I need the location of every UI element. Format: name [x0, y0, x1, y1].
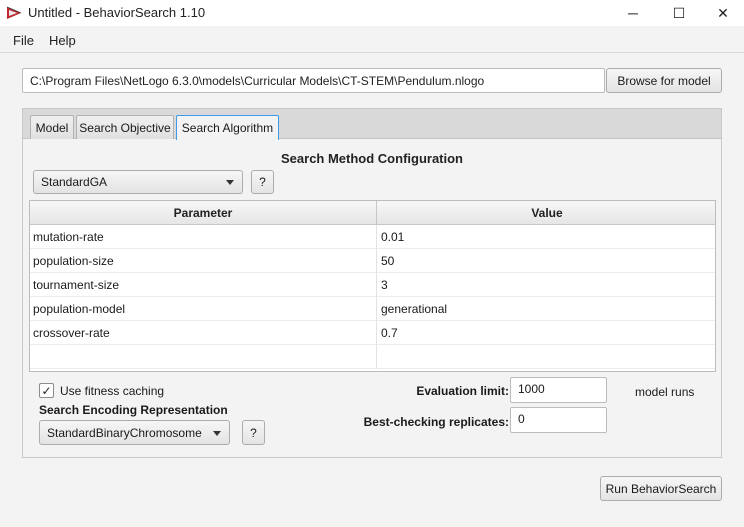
- fitness-caching-checkbox[interactable]: ✓: [39, 383, 54, 398]
- parameter-cell: population-size: [30, 249, 377, 273]
- evaluation-limit-label: Evaluation limit:: [416, 384, 509, 398]
- checkmark-icon: ✓: [41, 383, 52, 398]
- menu-file[interactable]: File: [13, 33, 34, 48]
- encoding-title: Search Encoding Representation: [39, 403, 228, 417]
- minimize-button[interactable]: ─: [610, 0, 656, 26]
- table-row-empty: [30, 345, 715, 369]
- chevron-down-icon: [226, 180, 234, 185]
- table-row[interactable]: population-size 50: [30, 249, 715, 273]
- search-method-title: Search Method Configuration: [281, 151, 463, 166]
- model-runs-label: model runs: [635, 385, 695, 399]
- fitness-caching-label[interactable]: Use fitness caching: [60, 384, 164, 398]
- close-button[interactable]: ✕: [700, 0, 744, 26]
- table-header: Parameter Value: [30, 201, 715, 225]
- run-behaviorsearch-button[interactable]: Run BehaviorSearch: [600, 476, 722, 501]
- encoding-help-button[interactable]: ?: [242, 420, 265, 445]
- search-method-help-button[interactable]: ?: [251, 170, 274, 194]
- table-row[interactable]: tournament-size 3: [30, 273, 715, 297]
- parameter-cell: crossover-rate: [30, 321, 377, 345]
- best-checking-replicates-label: Best-checking replicates:: [363, 415, 509, 429]
- table-row[interactable]: crossover-rate 0.7: [30, 321, 715, 345]
- parameter-cell: [30, 345, 377, 369]
- tab-search-objective[interactable]: Search Objective: [76, 115, 174, 139]
- tab-pane: Model Search Objective Search Algorithm …: [22, 108, 722, 458]
- parameter-cell: tournament-size: [30, 273, 377, 297]
- value-cell[interactable]: 0.01: [377, 225, 715, 249]
- search-method-value: StandardGA: [41, 175, 108, 189]
- parameter-cell: population-model: [30, 297, 377, 321]
- table-row[interactable]: mutation-rate 0.01: [30, 225, 715, 249]
- value-cell: [377, 345, 715, 369]
- search-method-select[interactable]: StandardGA: [33, 170, 243, 194]
- close-icon: ✕: [717, 4, 729, 21]
- parameter-table: Parameter Value mutation-rate 0.01 popul…: [29, 200, 716, 372]
- evaluation-limit-field[interactable]: 1000: [510, 377, 607, 403]
- value-cell[interactable]: generational: [377, 297, 715, 321]
- parameter-column-header[interactable]: Parameter: [30, 201, 377, 225]
- encoding-select[interactable]: StandardBinaryChromosome: [39, 420, 230, 445]
- maximize-button[interactable]: ☐: [656, 0, 702, 26]
- tab-strip: Model Search Objective Search Algorithm: [23, 109, 721, 140]
- menu-separator: [0, 52, 744, 53]
- minimize-icon: ─: [628, 5, 638, 21]
- best-checking-replicates-field[interactable]: 0: [510, 407, 607, 433]
- value-cell[interactable]: 50: [377, 249, 715, 273]
- chevron-down-icon: [213, 430, 221, 436]
- title-bar: Untitled - BehaviorSearch 1.10 ─ ☐ ✕: [0, 0, 744, 26]
- value-cell[interactable]: 0.7: [377, 321, 715, 345]
- value-column-header[interactable]: Value: [377, 201, 715, 225]
- browse-model-button[interactable]: Browse for model: [606, 68, 722, 93]
- tab-search-algorithm[interactable]: Search Algorithm: [176, 115, 279, 140]
- menu-bar: File Help: [0, 30, 744, 52]
- window-title: Untitled - BehaviorSearch 1.10: [28, 5, 206, 20]
- tab-model[interactable]: Model: [30, 115, 74, 139]
- table-row[interactable]: population-model generational: [30, 297, 715, 321]
- parameter-cell: mutation-rate: [30, 225, 377, 249]
- maximize-icon: ☐: [672, 4, 686, 21]
- encoding-value: StandardBinaryChromosome: [47, 425, 202, 440]
- menu-help[interactable]: Help: [49, 33, 76, 48]
- value-cell[interactable]: 3: [377, 273, 715, 297]
- model-path-field[interactable]: C:\Program Files\NetLogo 6.3.0\models\Cu…: [22, 68, 605, 93]
- behaviorsearch-logo-icon: [6, 6, 22, 19]
